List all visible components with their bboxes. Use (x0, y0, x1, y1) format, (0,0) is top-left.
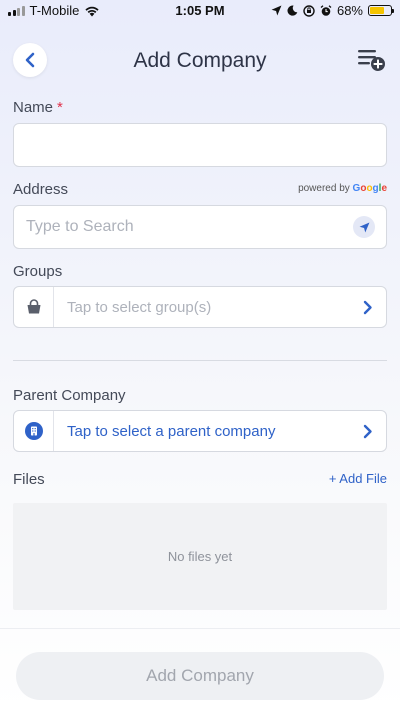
current-location-button[interactable] (353, 216, 375, 238)
address-field-wrapper (13, 205, 387, 249)
parent-company-select[interactable]: Tap to select a parent company (13, 410, 387, 452)
location-arrow-icon (359, 222, 369, 232)
powered-by-text: powered by (298, 183, 350, 194)
powered-by-google: powered by Google (298, 183, 387, 194)
menu-button[interactable] (357, 46, 387, 74)
address-search-input[interactable] (14, 206, 386, 248)
no-files-text: No files yet (167, 549, 233, 564)
name-label: Name * (13, 99, 63, 116)
status-bar: T-Mobile 1:05 PM 68% (0, 0, 400, 22)
list-add-icon (358, 50, 385, 71)
battery-icon (368, 5, 394, 16)
required-marker: * (57, 99, 63, 116)
parent-company-placeholder: Tap to select a parent company (67, 422, 276, 440)
files-empty-state: No files yet (13, 503, 387, 610)
name-label-text: Name (13, 99, 54, 116)
add-file-button[interactable]: + Add File (329, 471, 387, 486)
moon-icon (287, 5, 298, 16)
location-arrow-icon (271, 5, 282, 16)
page-title: Add Company (133, 49, 267, 72)
building-icon (24, 422, 43, 440)
footer-divider (0, 628, 400, 629)
name-input[interactable] (14, 124, 386, 166)
groups-select[interactable]: Tap to select group(s) (13, 286, 387, 328)
name-field-wrapper (13, 123, 387, 167)
address-label: Address (13, 181, 69, 198)
add-company-button[interactable]: Add Company (16, 652, 384, 700)
screen-lock-icon (303, 4, 315, 17)
navigation-bar: Add Company (0, 40, 400, 80)
files-label: Files (13, 471, 45, 488)
section-divider (13, 360, 387, 361)
parent-company-label: Parent Company (13, 387, 126, 404)
chevron-right-icon (363, 424, 372, 438)
groups-label: Groups (13, 263, 63, 280)
basket-icon (27, 299, 40, 314)
chevron-right-icon (363, 300, 372, 314)
alarm-icon (320, 4, 332, 16)
groups-placeholder: Tap to select group(s) (67, 298, 212, 316)
google-logo: Google (352, 183, 387, 194)
battery-percent: 68% (336, 3, 363, 18)
